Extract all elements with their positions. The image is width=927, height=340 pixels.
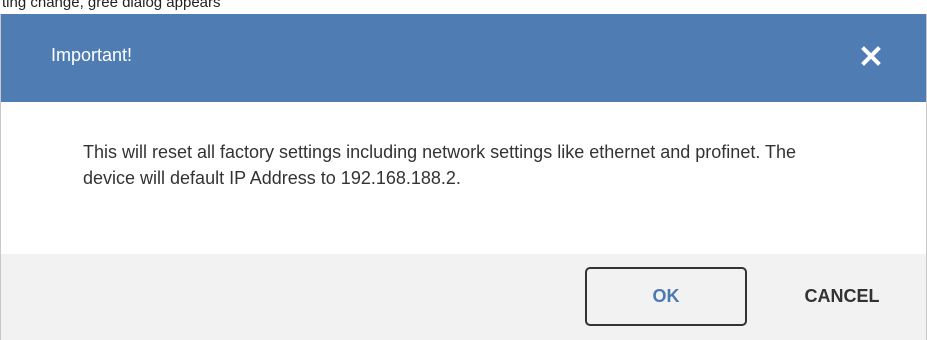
dialog-title: Important!: [51, 45, 133, 65]
dialog-body: This will reset all factory settings inc…: [1, 102, 926, 254]
dialog-footer: OK CANCEL: [1, 254, 926, 340]
confirmation-dialog: Important! This will reset all factory s…: [0, 14, 927, 340]
dialog-message: This will reset all factory settings inc…: [83, 142, 797, 188]
close-icon: [861, 46, 881, 66]
close-button[interactable]: [856, 41, 886, 71]
cancel-button[interactable]: CANCEL: [777, 267, 907, 326]
background-page-text: ting change, gree dialog appears: [2, 0, 221, 11]
background-page-strip: ting change, gree dialog appears: [0, 0, 927, 14]
ok-button[interactable]: OK: [585, 267, 747, 326]
dialog-header: Important!: [1, 14, 926, 102]
